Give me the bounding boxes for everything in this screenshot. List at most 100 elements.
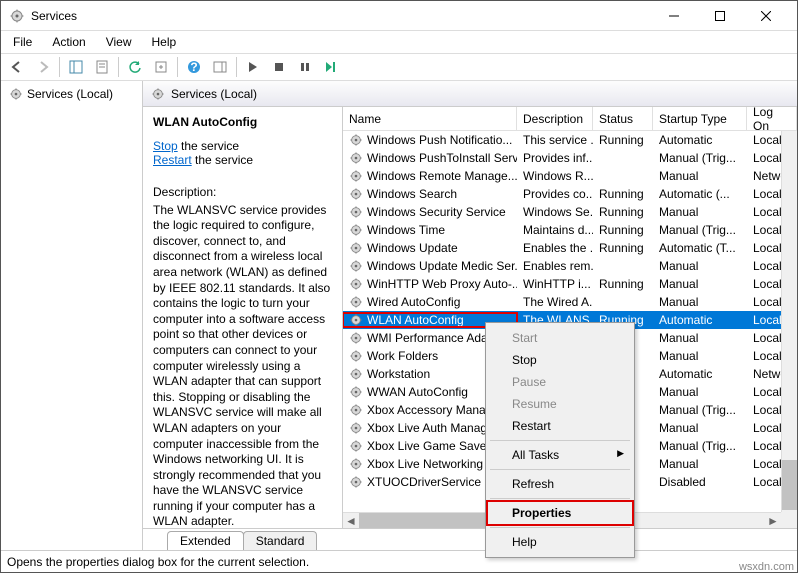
- col-name[interactable]: Name: [343, 107, 517, 130]
- restart-service-button[interactable]: [319, 55, 343, 79]
- properties-button[interactable]: [90, 55, 114, 79]
- col-status[interactable]: Status: [593, 107, 653, 130]
- service-startup-type: Manual (Trig...: [653, 223, 747, 237]
- menu-bar: File Action View Help: [1, 31, 797, 53]
- service-description: Windows Se...: [517, 205, 593, 219]
- service-row[interactable]: Windows UpdateEnables the ...RunningAuto…: [343, 239, 797, 257]
- pause-service-button[interactable]: [293, 55, 317, 79]
- service-startup-type: Automatic: [653, 133, 747, 147]
- service-name: XTUOCDriverService: [367, 475, 481, 489]
- stop-link[interactable]: Stop: [153, 139, 178, 153]
- tree-root-services-local[interactable]: Services (Local): [5, 85, 138, 103]
- menu-help[interactable]: Help: [144, 33, 185, 51]
- menu-item-stop[interactable]: Stop: [488, 349, 632, 371]
- service-row[interactable]: Wired AutoConfigThe Wired A...ManualLoca…: [343, 293, 797, 311]
- service-name: WWAN AutoConfig: [367, 385, 468, 399]
- maximize-button[interactable]: [697, 1, 743, 31]
- svg-text:?: ?: [190, 60, 197, 74]
- menu-file[interactable]: File: [5, 33, 40, 51]
- gear-icon: [349, 169, 363, 183]
- list-header[interactable]: Name Description Status Startup Type Log…: [343, 107, 797, 131]
- window-title: Services: [31, 9, 651, 23]
- service-description: Provides co...: [517, 187, 593, 201]
- gear-icon: [349, 421, 363, 435]
- restart-link[interactable]: Restart: [153, 153, 192, 167]
- service-row[interactable]: Windows Search Provides co...RunningAutom…: [343, 185, 797, 203]
- service-name: Work Folders: [367, 349, 438, 363]
- action-pane-button[interactable]: [208, 55, 232, 79]
- service-row[interactable]: Windows Push Notificatio...This service …: [343, 131, 797, 149]
- vertical-scrollbar[interactable]: [781, 131, 797, 512]
- start-service-button[interactable]: [241, 55, 265, 79]
- menu-separator: [490, 440, 630, 441]
- export-button[interactable]: [149, 55, 173, 79]
- service-row[interactable]: Windows Remote Manage...Windows R...Manu…: [343, 167, 797, 185]
- service-name: Windows Search: [367, 187, 457, 201]
- service-startup-type: Manual: [653, 421, 747, 435]
- service-name: Wired AutoConfig: [367, 295, 460, 309]
- service-startup-type: Manual (Trig...: [653, 403, 747, 417]
- console-tree[interactable]: Services (Local): [1, 81, 143, 550]
- col-log-on[interactable]: Log On: [747, 107, 797, 130]
- service-name: Windows Update Medic Ser...: [367, 259, 517, 273]
- service-startup-type: Manual: [653, 169, 747, 183]
- stop-service-button[interactable]: [267, 55, 291, 79]
- menu-separator: [490, 527, 630, 528]
- col-description[interactable]: Description: [517, 107, 593, 130]
- forward-button[interactable]: [31, 55, 55, 79]
- service-name: WMI Performance Ada: [367, 331, 488, 345]
- gear-icon: [349, 151, 363, 165]
- close-button[interactable]: [743, 1, 789, 31]
- gear-icon: [349, 475, 363, 489]
- service-description: This service ...: [517, 133, 593, 147]
- menu-item-help[interactable]: Help: [488, 531, 632, 553]
- service-description: The Wired A...: [517, 295, 593, 309]
- service-startup-type: Automatic (...: [653, 187, 747, 201]
- menu-item-all-tasks[interactable]: All Tasks▶: [488, 444, 632, 466]
- tab-standard[interactable]: Standard: [243, 531, 318, 550]
- menu-action[interactable]: Action: [44, 33, 93, 51]
- service-name: WLAN AutoConfig: [367, 313, 464, 327]
- toolbar: ?: [1, 53, 797, 81]
- help-button[interactable]: ?: [182, 55, 206, 79]
- gear-icon: [349, 295, 363, 309]
- gear-icon: [349, 187, 363, 201]
- menu-item-properties[interactable]: Properties: [488, 502, 632, 524]
- service-status: Running: [593, 277, 653, 291]
- service-row[interactable]: Windows TimeMaintains d...RunningManual …: [343, 221, 797, 239]
- service-startup-type: Automatic: [653, 313, 747, 327]
- service-startup-type: Manual: [653, 331, 747, 345]
- menu-item-restart[interactable]: Restart: [488, 415, 632, 437]
- gear-icon: [349, 241, 363, 255]
- services-icon: [9, 8, 25, 24]
- service-row[interactable]: Windows Update Medic Ser...Enables rem..…: [343, 257, 797, 275]
- status-bar: Opens the properties dialog box for the …: [1, 550, 797, 572]
- detail-pane: WLAN AutoConfig Stop the service Restart…: [143, 107, 343, 528]
- back-button[interactable]: [5, 55, 29, 79]
- service-row[interactable]: Windows Security ServiceWindows Se...Run…: [343, 203, 797, 221]
- service-description: Enables rem...: [517, 259, 593, 273]
- minimize-button[interactable]: [651, 1, 697, 31]
- menu-item-refresh[interactable]: Refresh: [488, 473, 632, 495]
- context-menu: StartStopPauseResumeRestartAll Tasks▶Ref…: [485, 322, 635, 558]
- col-startup-type[interactable]: Startup Type: [653, 107, 747, 130]
- service-startup-type: Manual: [653, 385, 747, 399]
- service-startup-type: Automatic (T...: [653, 241, 747, 255]
- service-description: Enables the ...: [517, 241, 593, 255]
- menu-item-start: Start: [488, 327, 632, 349]
- service-startup-type: Manual: [653, 349, 747, 363]
- refresh-button[interactable]: [123, 55, 147, 79]
- service-name: Xbox Live Networking: [367, 457, 483, 471]
- service-row[interactable]: Windows PushToInstall Serv...Provides in…: [343, 149, 797, 167]
- tree-root-label: Services (Local): [27, 87, 113, 101]
- service-row[interactable]: WinHTTP Web Proxy Auto-...WinHTTP i...Ru…: [343, 275, 797, 293]
- service-name: Windows Remote Manage...: [367, 169, 517, 183]
- tab-extended[interactable]: Extended: [167, 531, 244, 550]
- tabs: Extended Standard: [143, 528, 797, 550]
- service-startup-type: Manual: [653, 295, 747, 309]
- menu-view[interactable]: View: [98, 33, 140, 51]
- gear-icon: [349, 385, 363, 399]
- show-hide-tree-button[interactable]: [64, 55, 88, 79]
- service-name: Windows Update: [367, 241, 458, 255]
- service-status: Running: [593, 187, 653, 201]
